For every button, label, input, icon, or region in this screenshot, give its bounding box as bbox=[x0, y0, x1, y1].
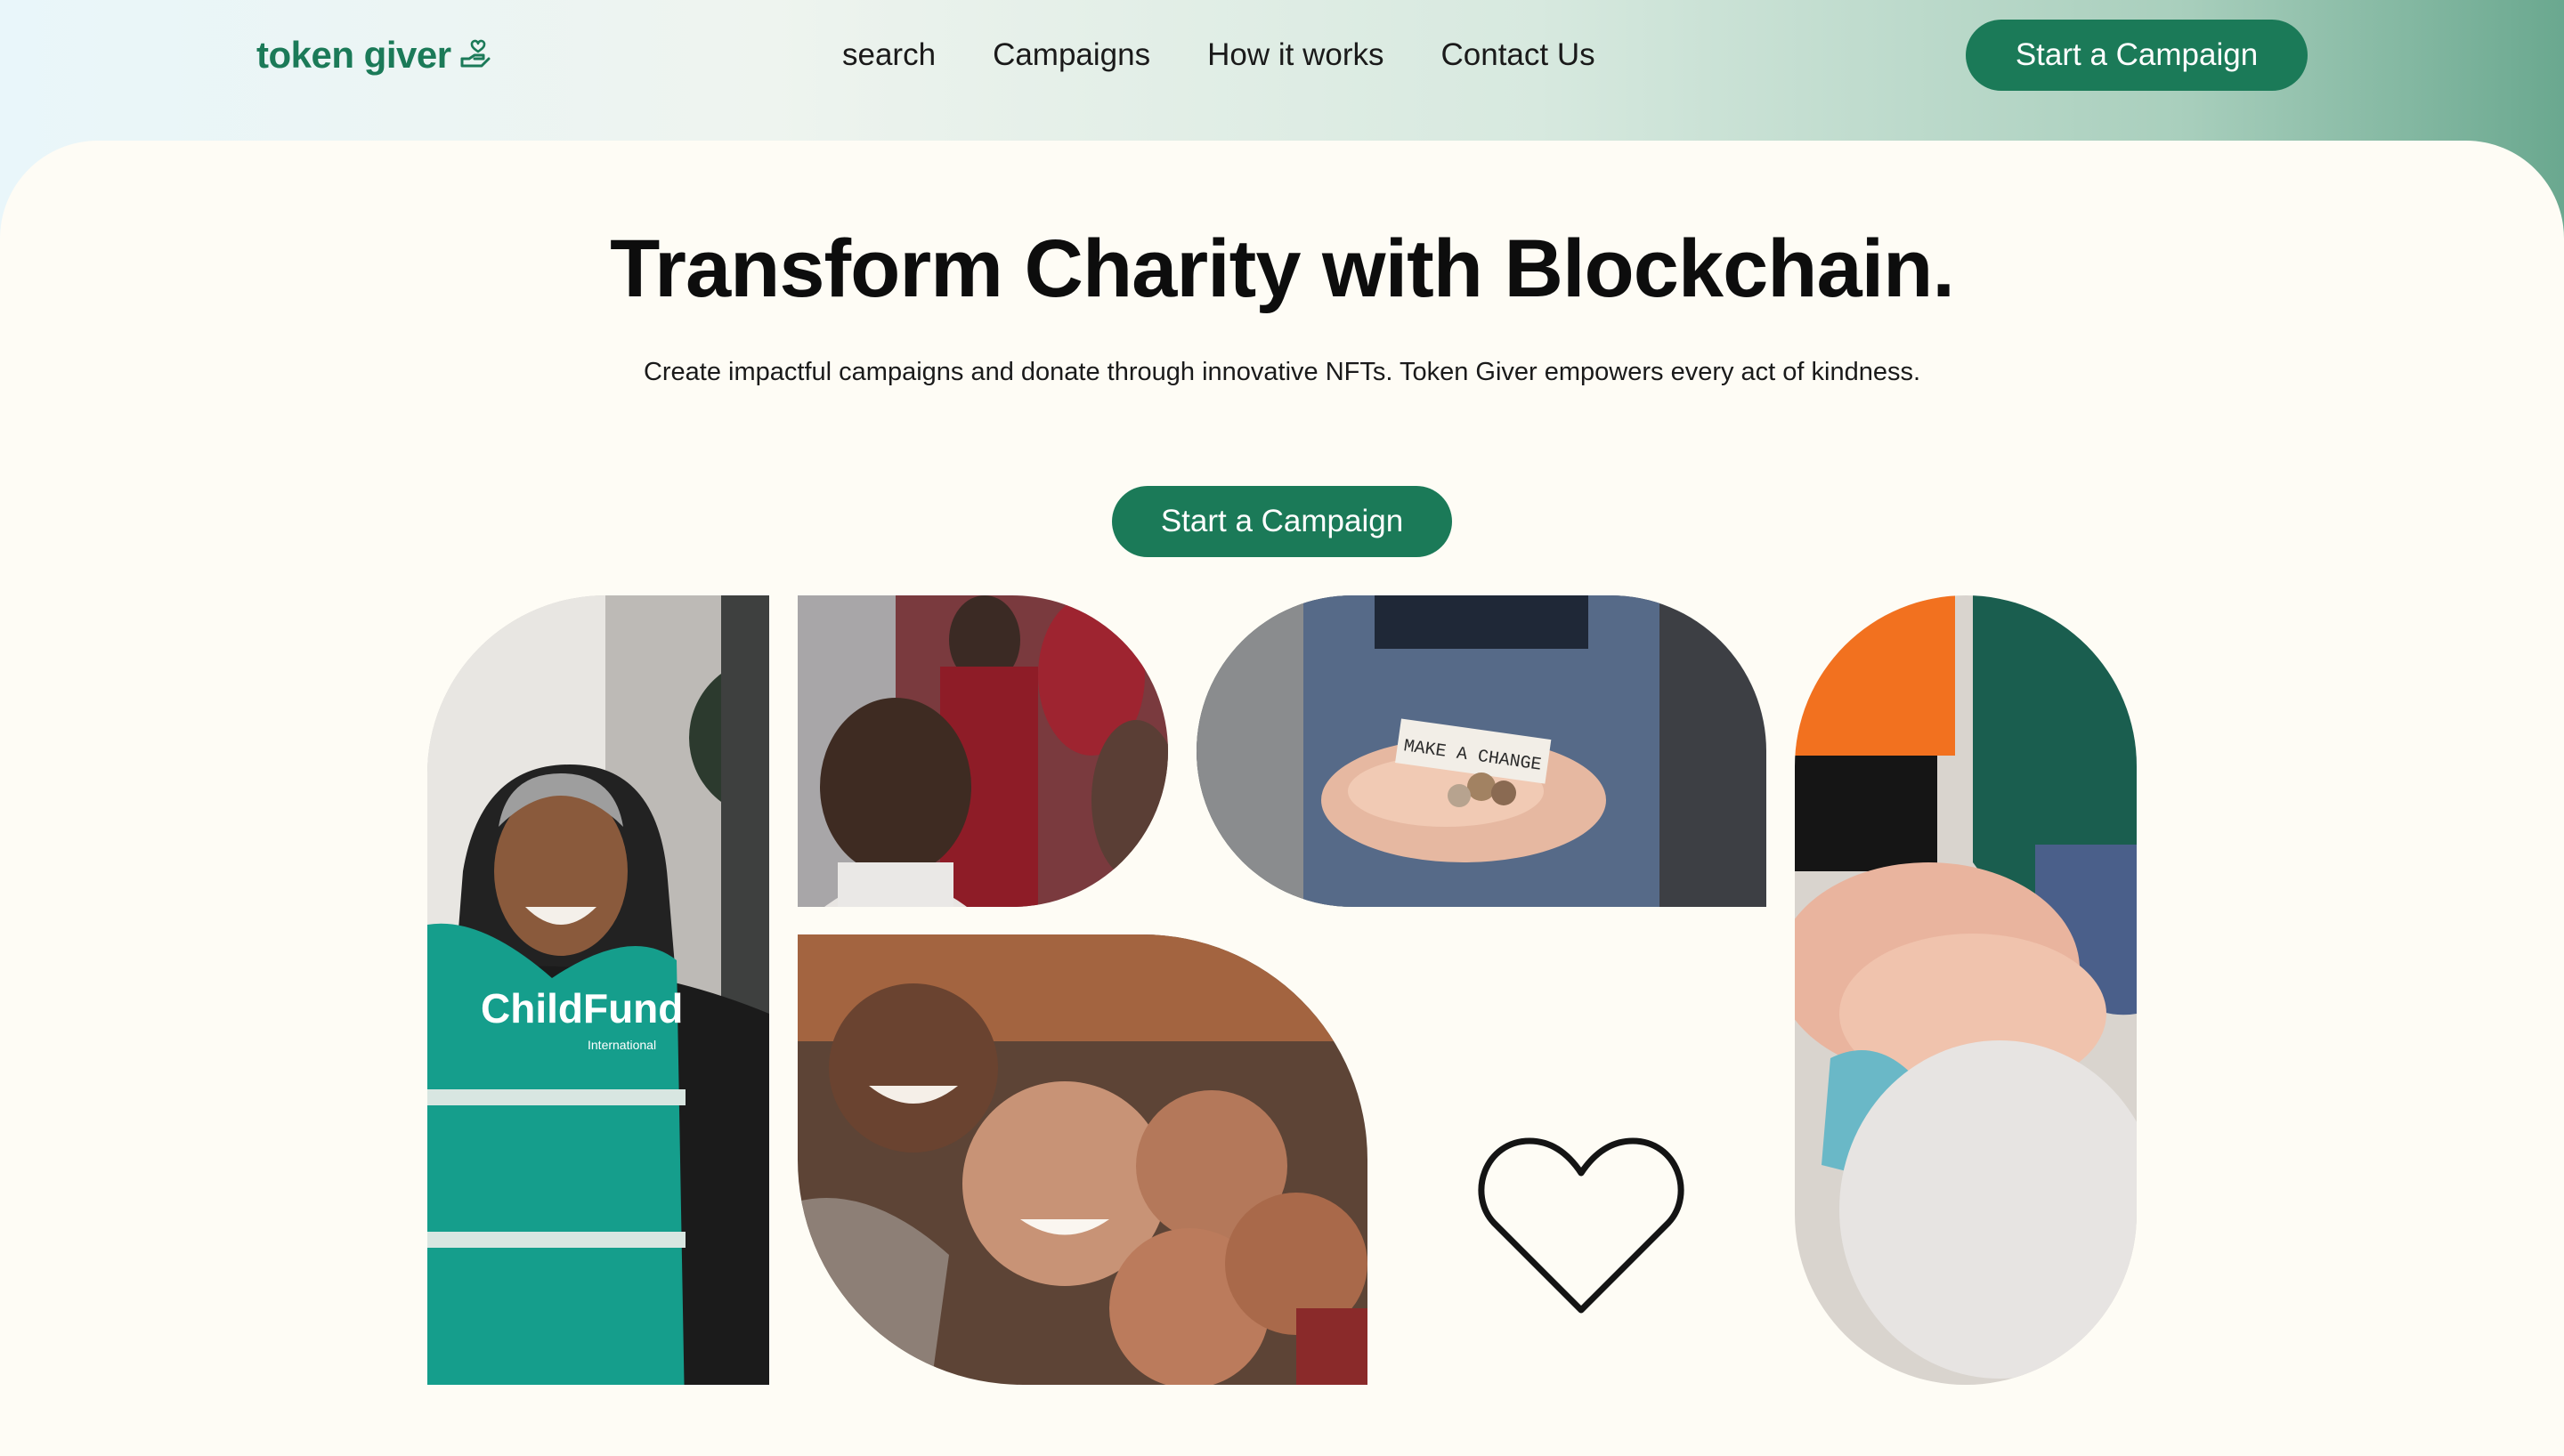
hero-subtitle: Create impactful campaigns and donate th… bbox=[643, 358, 1921, 386]
stacked-hands-photo bbox=[1795, 595, 2137, 1385]
logo[interactable]: token giver bbox=[256, 34, 491, 77]
nav-contact-us[interactable]: Contact Us bbox=[1440, 34, 1594, 77]
hand-heart-icon bbox=[460, 39, 491, 68]
header-start-campaign-button[interactable]: Start a Campaign bbox=[1966, 20, 2308, 91]
vest-subtext: International bbox=[588, 1038, 656, 1052]
volunteer-photo: ChildFund International bbox=[427, 595, 769, 1385]
nav-campaigns[interactable]: Campaigns bbox=[993, 34, 1150, 77]
child-photo bbox=[798, 595, 1168, 907]
nav-how-it-works[interactable]: How it works bbox=[1207, 34, 1383, 77]
site-header: token giver search Campaigns How it work… bbox=[0, 0, 2564, 141]
heart-outline-icon bbox=[1478, 1137, 1684, 1314]
main-nav: search Campaigns How it works Contact Us bbox=[842, 34, 1595, 77]
vest-text: ChildFund bbox=[481, 985, 683, 1031]
coins-hands-photo: MAKE A CHANGE bbox=[1197, 595, 1766, 907]
smiling-children-photo bbox=[798, 934, 1367, 1385]
hero-start-campaign-button[interactable]: Start a Campaign bbox=[1112, 486, 1452, 557]
hero-title: Transform Charity with Blockchain. bbox=[610, 223, 1955, 314]
nav-search[interactable]: search bbox=[842, 34, 936, 77]
logo-text: token giver bbox=[256, 34, 451, 76]
